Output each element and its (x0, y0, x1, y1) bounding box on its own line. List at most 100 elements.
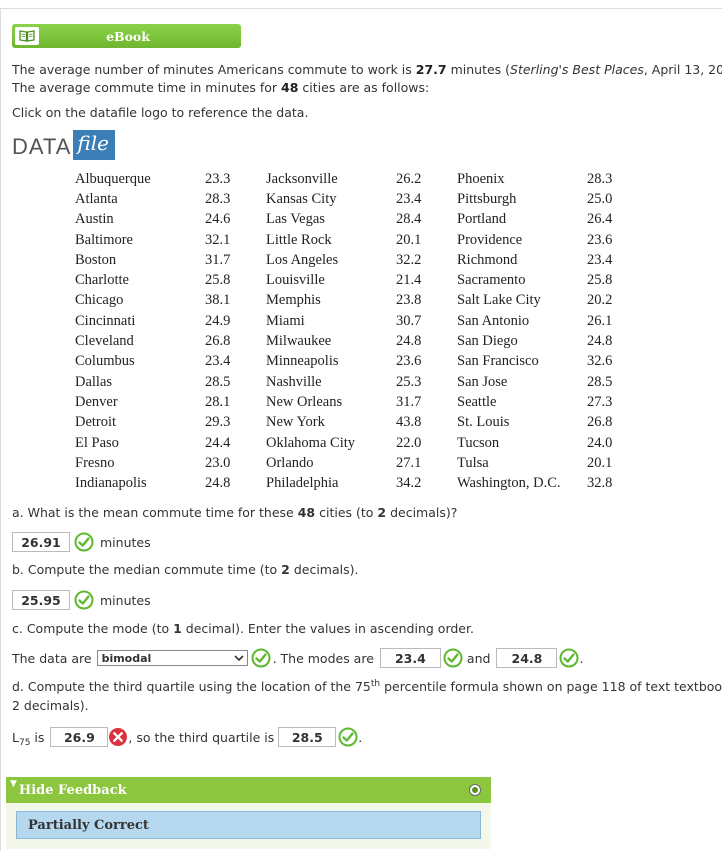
book-icon (15, 27, 39, 45)
answer-c-row: The data are bimodal . The modes are 23.… (12, 648, 583, 668)
superscript: th (370, 679, 381, 689)
city-name: Cleveland (75, 333, 134, 350)
commute-minutes: 28.5 (587, 373, 613, 390)
commute-minutes: 24.8 (396, 333, 422, 350)
city-name: Memphis (266, 292, 321, 309)
l75-input[interactable]: 26.9 (50, 727, 109, 747)
period: . (579, 650, 584, 666)
check-icon (559, 648, 579, 668)
hide-feedback-toggle[interactable]: ▼ Hide Feedback (6, 777, 491, 803)
table-row: Chicago 38.1 Memphis 23.8 Salt Lake City 20.2 (70, 291, 643, 311)
city-name: Denver (75, 393, 118, 410)
commute-minutes: 28.4 (396, 211, 422, 228)
city-name: Dallas (75, 373, 113, 390)
commute-minutes: 32.2 (396, 251, 422, 268)
table-row: Austin 24.6 Las Vegas 28.4 Portland 26.4 (70, 210, 643, 230)
commute-minutes: 26.1 (587, 312, 613, 329)
commute-minutes: 29.3 (205, 414, 231, 431)
feedback-panel: Partially Correct (6, 803, 491, 849)
question-text: cities (to (315, 505, 378, 520)
question-text: a. What is the mean commute time for the… (12, 505, 298, 520)
check-icon (74, 532, 94, 552)
commute-minutes: 23.8 (396, 292, 422, 309)
city-name: Richmond (457, 251, 518, 268)
source-citation: Sterling's Best Places (510, 62, 644, 77)
check-icon (443, 648, 463, 668)
commute-minutes: 25.8 (205, 272, 231, 289)
mode-1-input[interactable]: 23.4 (379, 648, 441, 668)
city-name: Las Vegas (266, 211, 325, 228)
datafile-file-label: file (73, 130, 115, 160)
intro-text: , April 13, 2012). (643, 62, 722, 77)
city-name: San Francisco (457, 353, 539, 370)
city-name: El Paso (75, 434, 119, 451)
commute-minutes: 31.7 (205, 251, 231, 268)
feedback-header-label: Hide Feedback (18, 782, 127, 798)
commute-minutes: 31.7 (396, 393, 422, 410)
question-text: decimals)? (386, 505, 458, 520)
commute-minutes: 23.6 (396, 353, 422, 370)
city-name: Sacramento (457, 272, 526, 289)
third-quartile-input[interactable]: 28.5 (278, 727, 337, 747)
city-name: Phoenix (457, 170, 505, 187)
commute-minutes: 20.1 (587, 454, 613, 471)
l-letter: L (12, 729, 19, 745)
is-label: is (30, 729, 45, 745)
average-value: 27.7 (415, 62, 447, 77)
modality-select[interactable]: bimodal (96, 650, 248, 666)
commute-minutes: 23.4 (205, 353, 231, 370)
city-name: Milwaukee (266, 333, 332, 350)
mean-input[interactable]: 26.91 (12, 532, 70, 552)
status-dot-icon (469, 784, 481, 796)
click-instruction: Click on the datafile logo to reference … (12, 105, 309, 120)
question-b: b. Compute the median commute time (to 2… (12, 562, 358, 577)
commute-minutes: 30.7 (396, 312, 422, 329)
l75-label: L75 is (12, 729, 45, 748)
commute-minutes: 26.2 (396, 170, 422, 187)
ebook-label: eBook (106, 28, 150, 44)
commute-minutes: 23.3 (205, 170, 231, 187)
question-text: d. Compute the third quartile using the … (12, 679, 371, 694)
city-name: Little Rock (266, 231, 332, 248)
commute-minutes: 25.0 (587, 190, 613, 207)
table-row: Baltimore 32.1 Little Rock 20.1 Providence 23… (70, 230, 643, 250)
question-number: 1 (173, 621, 182, 636)
ebook-button[interactable]: eBook (12, 24, 241, 48)
commute-table-body: Albuquerque 23.3 Jacksonville 26.2 Phoenix 28… (70, 169, 643, 494)
commute-minutes: 23.4 (396, 190, 422, 207)
table-row: Cleveland 26.8 Milwaukee 24.8 San Diego 24.8 (70, 331, 643, 351)
commute-minutes: 28.3 (587, 170, 613, 187)
city-name: Portland (457, 211, 507, 228)
datafile-data-label: DATA (12, 134, 72, 159)
datafile-logo[interactable]: DATA file (12, 130, 115, 160)
intro-text: The average commute time in minutes for (12, 80, 282, 95)
median-input[interactable]: 25.95 (12, 590, 70, 610)
intro-line-1: The average number of minutes Americans … (12, 62, 722, 78)
check-icon (74, 590, 94, 610)
commute-minutes: 26.8 (205, 333, 231, 350)
and-label: and (466, 650, 491, 666)
answer-a-row: 26.91 minutes (12, 532, 151, 552)
commute-minutes: 22.0 (396, 434, 422, 451)
mode-2-input[interactable]: 24.8 (496, 648, 558, 668)
city-name: Washington, D.C. (457, 475, 561, 492)
city-name: Minneapolis (266, 353, 339, 370)
city-name: San Antonio (457, 312, 530, 329)
city-name: Charlotte (75, 272, 129, 289)
commute-minutes: 25.8 (587, 272, 613, 289)
table-row: Atlanta 28.3 Kansas City 23.4 Pittsburgh 25.0 (70, 189, 643, 209)
city-name: Philadelphia (266, 475, 339, 492)
commute-minutes: 23.4 (587, 251, 613, 268)
intro-text: minutes ( (446, 62, 511, 77)
city-name: Miami (266, 312, 305, 329)
city-name: Boston (75, 251, 117, 268)
top-divider (0, 8, 722, 9)
table-row: Indianapolis 24.8 Philadelphia 34.2 Washingt… (70, 473, 643, 493)
city-name: Chicago (75, 292, 124, 309)
city-name: San Jose (457, 373, 508, 390)
commute-minutes: 20.2 (587, 292, 613, 309)
commute-minutes: 24.6 (205, 211, 231, 228)
city-name: Detroit (75, 414, 117, 431)
city-name: Los Angeles (266, 251, 339, 268)
city-name: Baltimore (75, 231, 133, 248)
